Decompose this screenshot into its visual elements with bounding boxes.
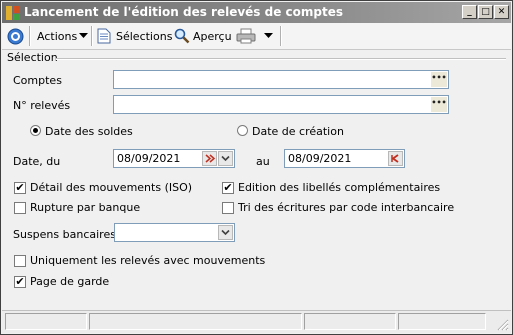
comptes-browse-button[interactable]: ••• [431,72,447,87]
apercu-label: Aperçu [193,29,232,43]
group-divider [56,58,506,60]
tri-ecritures-label: Tri des écritures par code interbancaire [238,201,455,214]
checkmark-icon: ✔ [223,181,233,194]
minimize-icon: _ [467,7,472,17]
actions-menu-button[interactable]: Actions [37,27,89,45]
ellipsis-icon: ••• [431,73,447,82]
document-icon [97,28,111,44]
rupture-banque-checkbox[interactable] [14,202,26,214]
radio-date-soldes[interactable] [30,125,41,136]
selections-button[interactable]: Sélections [97,27,172,45]
status-cell [5,313,87,330]
comptes-field[interactable]: ••• [113,70,449,89]
date-au-field[interactable]: 08/09/2021 [284,149,405,168]
suspens-select[interactable] [114,223,235,242]
maximize-button[interactable]: □ [478,5,493,19]
status-cell [398,313,486,330]
checkmark-icon: ✔ [15,275,25,288]
status-bar [2,310,511,333]
date-du-value: 08/09/2021 [117,152,181,165]
rupture-banque-label: Rupture par banque [30,201,141,214]
toolbar-separator [91,26,93,46]
maximize-icon: □ [481,7,490,17]
uniquement-releves-label: Uniquement les relevés avec mouvements [30,254,266,267]
print-button[interactable] [236,27,273,45]
actions-label: Actions [37,29,78,43]
releves-browse-button[interactable]: ••• [431,97,447,112]
toolbar: Actions Sélections Aperçu [2,23,511,50]
dropdown-arrow-icon [79,33,89,38]
toolbar-separator [280,26,282,46]
detail-mouvements-checkbox[interactable]: ✔ [14,182,26,194]
releves-label: N° relevés [13,99,71,112]
date-au-value: 08/09/2021 [288,152,352,165]
target-button[interactable] [7,27,24,45]
printer-icon [236,28,256,44]
back-arrow-icon [391,154,399,163]
suspens-label: Suspens bancaires [13,228,116,241]
forward-arrow-icon [205,154,216,163]
radio-date-creation-label: Date de création [252,125,344,138]
close-button[interactable]: ✕ [494,5,509,19]
edition-libelles-checkbox[interactable]: ✔ [222,182,234,194]
radio-date-creation[interactable] [237,125,248,136]
ellipsis-icon: ••• [431,98,447,107]
apercu-button[interactable]: Aperçu [174,27,232,45]
date-du-next-button[interactable] [202,151,217,166]
print-dropdown-icon[interactable] [264,33,273,39]
comptes-label: Comptes [13,74,62,87]
toolbar-separator [29,26,31,46]
page-garde-checkbox[interactable]: ✔ [14,276,26,288]
tri-ecritures-checkbox[interactable] [222,202,234,214]
radio-date-soldes-label: Date des soldes [45,125,133,138]
selections-label: Sélections [116,29,173,43]
edition-libelles-label: Edition des libellés complémentaires [238,181,441,194]
dialog-window: Lancement de l'édition des relevés de co… [0,0,513,335]
date-au-label: au [256,155,270,168]
suspens-dropdown-button[interactable] [218,225,233,240]
date-du-field[interactable]: 08/09/2021 [113,149,235,168]
detail-mouvements-label: Détail des mouvements (ISO) [30,181,193,194]
title-bar[interactable]: Lancement de l'édition des relevés de co… [2,2,511,23]
magnifier-icon [174,28,190,44]
checkmark-icon: ✔ [15,181,25,194]
uniquement-releves-checkbox[interactable] [14,255,26,267]
date-du-dropdown-button[interactable] [218,151,233,166]
minimize-button[interactable]: _ [462,5,477,19]
window-title: Lancement de l'édition des relevés de co… [24,5,344,19]
date-au-prev-button[interactable] [388,151,403,166]
chevron-down-icon [221,155,230,162]
target-icon [7,28,24,44]
releves-field[interactable]: ••• [113,95,449,114]
page-garde-label: Page de garde [30,275,110,288]
close-icon: ✕ [497,7,506,17]
selection-group-label: Sélection [7,51,58,64]
date-du-label: Date, du [13,155,61,168]
chevron-down-icon [221,229,230,236]
status-cell [304,313,396,330]
status-cell [89,313,302,330]
app-icon [5,5,21,21]
resize-grip-icon[interactable] [495,317,509,331]
